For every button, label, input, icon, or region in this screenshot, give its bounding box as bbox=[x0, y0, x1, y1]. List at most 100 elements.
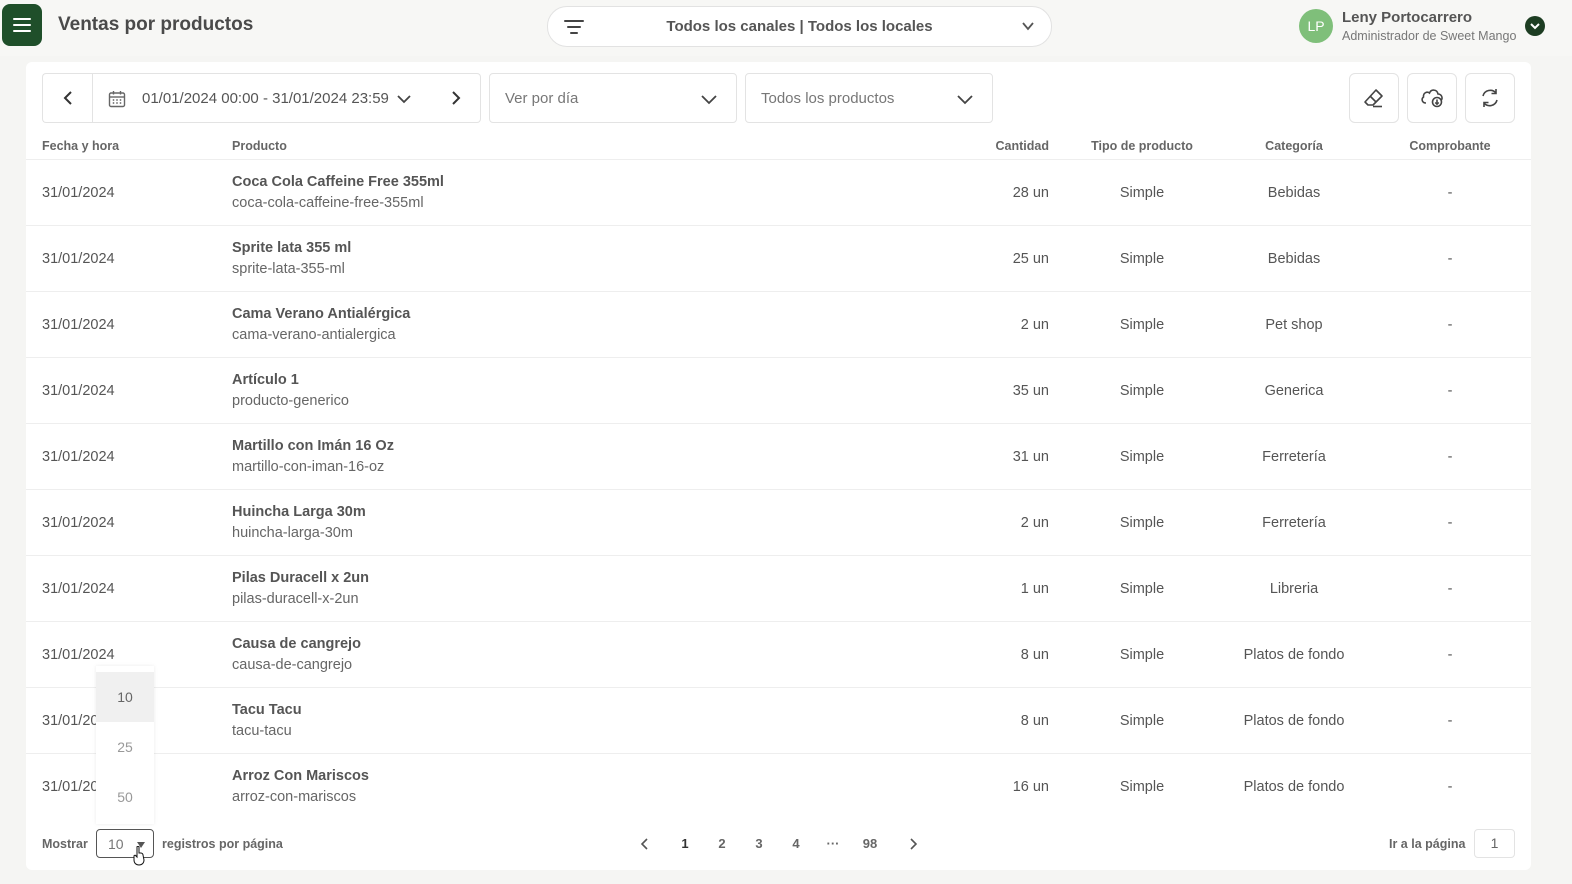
cell-receipt: - bbox=[1447, 449, 1453, 465]
per-page-label: registros por página bbox=[162, 837, 283, 851]
products-select[interactable]: Todos los productos bbox=[745, 73, 993, 123]
cell-category: Generica bbox=[1264, 383, 1324, 399]
table-row: 31/01/2024 Coca Cola Caffeine Free 355ml… bbox=[26, 159, 1531, 225]
products-value: Todos los productos bbox=[761, 90, 895, 107]
chevron-down-icon bbox=[1530, 23, 1540, 30]
chevron-down-icon bbox=[1022, 22, 1034, 31]
column-header-receipt: Comprobante bbox=[1409, 139, 1491, 153]
cell-category: Pet shop bbox=[1265, 317, 1323, 333]
cell-product-type: Simple bbox=[1119, 449, 1165, 465]
cell-receipt: - bbox=[1447, 779, 1453, 795]
cell-product-slug: huincha-larga-30m bbox=[232, 525, 353, 541]
date-range-picker[interactable]: 01/01/2024 00:00 - 31/01/2024 23:59 bbox=[92, 73, 432, 123]
top-bar: Ventas por productos Todos los canales |… bbox=[0, 0, 1572, 56]
view-by-select[interactable]: Ver por día bbox=[489, 73, 737, 123]
table-row: 31/01/2024 Pilas Duracell x 2un pilas-du… bbox=[26, 555, 1531, 621]
cell-date: 31/01/2024 bbox=[42, 383, 115, 399]
refresh-button[interactable] bbox=[1465, 73, 1515, 123]
avatar: LP bbox=[1299, 9, 1333, 43]
previous-period-button[interactable] bbox=[42, 73, 93, 123]
cell-product-type: Simple bbox=[1119, 515, 1165, 531]
refresh-icon bbox=[1482, 89, 1498, 107]
column-header-category: Categoría bbox=[1265, 139, 1323, 153]
cell-product-type: Simple bbox=[1119, 317, 1165, 333]
cell-quantity: 16 un bbox=[1012, 779, 1049, 795]
page-size-option[interactable]: 10 bbox=[96, 672, 154, 722]
user-menu[interactable]: LP Leny Portocarrero Administrador de Sw… bbox=[1299, 8, 1559, 48]
chevron-down-icon bbox=[701, 95, 717, 105]
page-button[interactable]: 4 bbox=[781, 831, 811, 857]
cell-product-type: Simple bbox=[1119, 251, 1165, 267]
goto-page-label: Ir a la página bbox=[1389, 837, 1466, 851]
column-header-product: Producto bbox=[232, 139, 287, 153]
cell-product-type: Simple bbox=[1119, 581, 1165, 597]
cell-product-slug: martillo-con-iman-16-oz bbox=[232, 459, 385, 475]
cell-quantity: 1 un bbox=[1020, 581, 1049, 597]
cell-category: Bebidas bbox=[1267, 185, 1321, 201]
cell-date: 31/01/2024 bbox=[42, 449, 115, 465]
next-page-button[interactable] bbox=[898, 831, 928, 857]
calendar-icon bbox=[108, 91, 126, 108]
menu-button[interactable] bbox=[2, 4, 42, 46]
goto-page-input[interactable]: 1 bbox=[1474, 829, 1515, 858]
column-header-date: Fecha y hora bbox=[42, 139, 120, 153]
filter-text: Todos los canales | Todos los locales bbox=[666, 18, 933, 35]
channel-location-filter[interactable]: Todos los canales | Todos los locales bbox=[547, 6, 1052, 47]
table-row: 31/01/2024 Sprite lata 355 ml sprite-lat… bbox=[26, 225, 1531, 291]
menu-icon bbox=[13, 18, 31, 20]
cell-receipt: - bbox=[1447, 713, 1453, 729]
cell-product-slug: pilas-duracell-x-2un bbox=[232, 591, 359, 607]
page-size-value: 10 bbox=[108, 836, 124, 852]
table-row: 31/01/2024 Artículo 1 producto-generico … bbox=[26, 357, 1531, 423]
clear-filters-button[interactable] bbox=[1349, 73, 1399, 123]
page-size-option[interactable]: 25 bbox=[96, 722, 154, 772]
cell-product-name: Cama Verano Antialérgica bbox=[232, 306, 411, 322]
download-button[interactable] bbox=[1407, 73, 1457, 123]
show-label: Mostrar bbox=[42, 837, 88, 851]
cell-product-slug: sprite-lata-355-ml bbox=[232, 261, 345, 277]
chevron-down-icon bbox=[957, 95, 973, 105]
next-period-button[interactable] bbox=[431, 73, 481, 123]
view-by-value: Ver por día bbox=[505, 90, 579, 107]
user-dropdown-button[interactable] bbox=[1525, 16, 1545, 36]
cell-product-slug: cama-verano-antialergica bbox=[232, 327, 396, 343]
page-button[interactable]: 98 bbox=[855, 831, 885, 857]
cell-product-name: Sprite lata 355 ml bbox=[232, 240, 352, 256]
cell-quantity: 2 un bbox=[1020, 317, 1049, 333]
page-button[interactable]: 2 bbox=[707, 831, 737, 857]
cell-category: Libreria bbox=[1269, 581, 1319, 597]
chevron-right-icon bbox=[451, 91, 460, 105]
page-size-option[interactable]: 50 bbox=[96, 772, 154, 822]
cell-product-name: Artículo 1 bbox=[232, 372, 299, 388]
page-button[interactable]: 1 bbox=[670, 831, 700, 857]
chevron-right-icon bbox=[910, 838, 918, 850]
table-row: 31/01/2024 Cama Verano Antialérgica cama… bbox=[26, 291, 1531, 357]
cell-product-name: Huincha Larga 30m bbox=[232, 504, 366, 520]
cell-quantity: 35 un bbox=[1012, 383, 1049, 399]
cell-product-name: Causa de cangrejo bbox=[232, 636, 361, 652]
cell-quantity: 2 un bbox=[1020, 515, 1049, 531]
page-ellipsis[interactable]: ··· bbox=[818, 831, 848, 857]
cell-date: 31/01/2024 bbox=[42, 515, 115, 531]
cell-product-type: Simple bbox=[1119, 713, 1165, 729]
cell-category: Ferretería bbox=[1262, 449, 1326, 465]
cell-product-type: Simple bbox=[1119, 383, 1165, 399]
cell-product-slug: producto-generico bbox=[232, 393, 349, 409]
eraser-icon bbox=[1364, 89, 1383, 108]
table-row: 31/01/2024 Causa de cangrejo causa-de-ca… bbox=[26, 621, 1531, 687]
page-title: Ventas por productos bbox=[58, 14, 254, 35]
cell-category: Ferretería bbox=[1262, 515, 1326, 531]
cell-product-type: Simple bbox=[1119, 185, 1165, 201]
chevron-left-icon bbox=[63, 91, 72, 105]
cell-product-slug: arroz-con-mariscos bbox=[232, 789, 357, 805]
table-row: 31/01/2024 Martillo con Imán 16 Oz marti… bbox=[26, 423, 1531, 489]
page-button[interactable]: 3 bbox=[744, 831, 774, 857]
cell-product-slug: causa-de-cangrejo bbox=[232, 657, 353, 673]
table-row: 31/01/2024 Tacu Tacu tacu-tacu 8 un Simp… bbox=[26, 687, 1531, 753]
cell-product-type: Simple bbox=[1119, 779, 1165, 795]
prev-page-button[interactable] bbox=[630, 831, 660, 857]
cell-category: Bebidas bbox=[1267, 251, 1321, 267]
cell-category: Platos de fondo bbox=[1243, 779, 1345, 795]
cell-receipt: - bbox=[1447, 317, 1453, 333]
cell-category: Platos de fondo bbox=[1243, 647, 1345, 663]
